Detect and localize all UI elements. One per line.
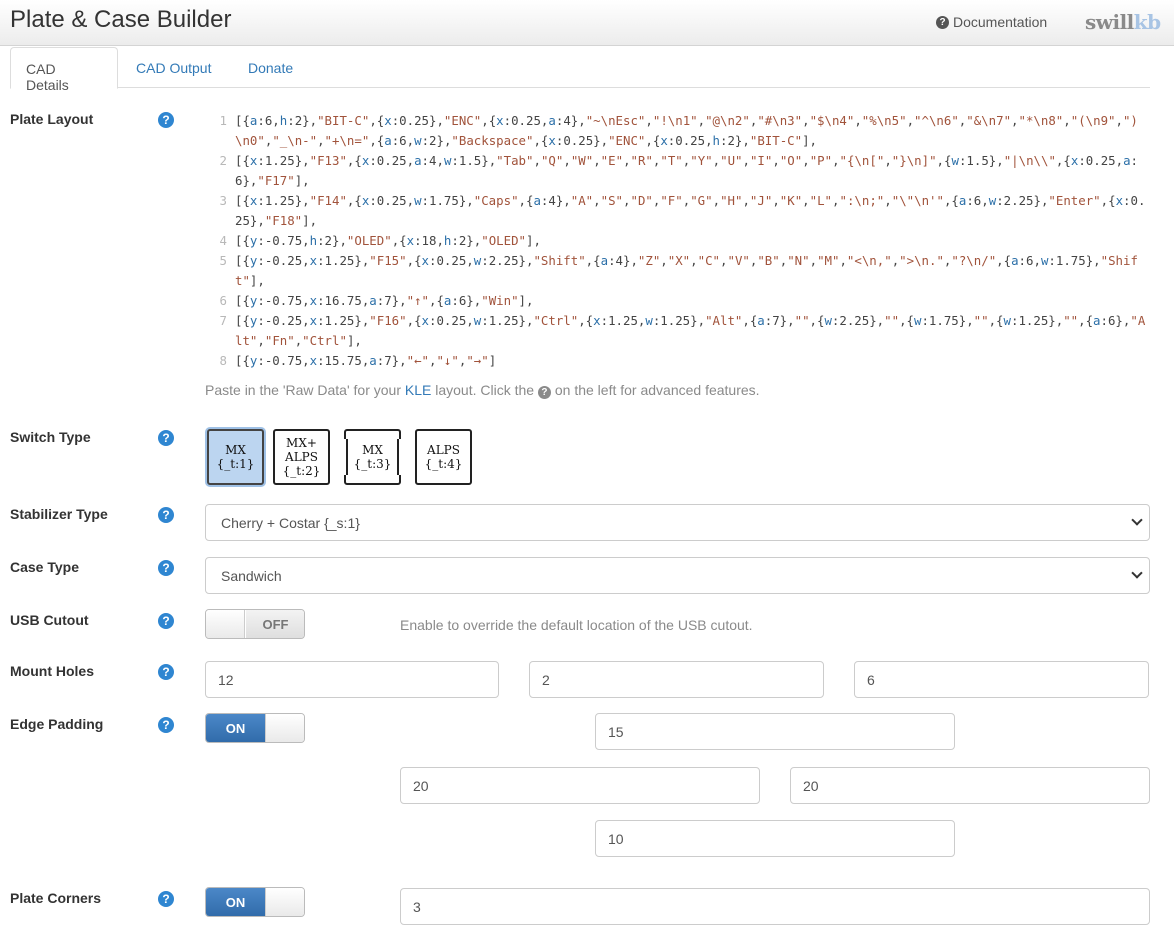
switch-option-code: {_t:2} — [282, 464, 321, 478]
stabilizer-type-select[interactable]: Cherry + Costar {_s:1} — [205, 504, 1150, 541]
code-line: 8 [{y:-0.75,x:15.75,a:7},"←","↓","→"] — [205, 351, 1150, 371]
documentation-link[interactable]: ? Documentation — [936, 14, 1047, 30]
line-number: 7 — [219, 313, 227, 328]
usb-cutout-help-icon[interactable]: ? — [158, 613, 174, 629]
switch-type-alps-t4[interactable]: ALPS {_t:4} — [415, 429, 472, 485]
switch-option-code: {_t:4} — [424, 457, 463, 471]
edge-padding-help-icon[interactable]: ? — [158, 717, 174, 733]
code-text: [{a:6,h:2},"BIT-C",{x:0.25},"ENC",{x:0.2… — [235, 113, 1138, 148]
line-number: 2 — [219, 153, 227, 168]
plate-corners-label: Plate Corners — [10, 890, 102, 906]
mount-holes-count-input[interactable]: 12 — [205, 661, 499, 698]
logo-kb-text: kb — [1133, 10, 1161, 34]
kle-link[interactable]: KLE — [405, 382, 431, 398]
line-number: 3 — [219, 193, 227, 208]
code-line: 4 [{y:-0.75,h:2},"OLED",{x:18,h:2},"OLED"… — [205, 231, 1150, 251]
plate-layout-editor[interactable]: 1 [{a:6,h:2},"BIT-C",{x:0.25},"ENC",{x:0.… — [205, 111, 1150, 371]
plate-corners-radius-input[interactable]: 3 — [400, 888, 1150, 925]
edge-padding-bottom-input[interactable]: 10 — [595, 820, 955, 857]
toggle-knob — [265, 714, 304, 742]
code-line: 1 [{a:6,h:2},"BIT-C",{x:0.25},"ENC",{x:0.… — [205, 111, 1150, 151]
code-text: [{y:-0.75,x:15.75,a:7},"←","↓","→"] — [235, 353, 497, 368]
tab-donate[interactable]: Donate — [233, 47, 308, 89]
case-type-select[interactable]: Sandwich — [205, 557, 1150, 594]
edge-padding-left-input[interactable]: 20 — [400, 767, 760, 804]
usb-cutout-label: USB Cutout — [10, 612, 89, 628]
mount-holes-help-icon[interactable]: ? — [158, 664, 174, 680]
tab-cad-details[interactable]: CAD Details — [10, 47, 118, 93]
switch-option-line2: ALPS — [285, 450, 318, 464]
stabilizer-type-label: Stabilizer Type — [10, 506, 108, 522]
tab-cad-output[interactable]: CAD Output — [121, 47, 226, 89]
plate-corners-help-icon[interactable]: ? — [158, 891, 174, 907]
code-line: 6 [{y:-0.75,x:16.75,a:7},"↑",{a:6},"Win"]… — [205, 291, 1150, 311]
toggle-knob — [206, 610, 245, 638]
switch-option-line1: MX — [362, 443, 383, 457]
tab-bar: CAD Details CAD Output Donate — [10, 46, 1150, 93]
switch-type-mx-alps-t2[interactable]: MX+ ALPS {_t:2} — [273, 429, 330, 485]
edge-padding-toggle[interactable]: ON — [205, 713, 305, 743]
code-text: [{y:-0.25,x:1.25},"F16",{x:0.25,w:1.25},… — [235, 313, 1146, 348]
question-circle-icon: ? — [936, 15, 949, 29]
plate-corners-toggle[interactable]: ON — [205, 887, 305, 917]
line-number: 6 — [219, 293, 227, 308]
toggle-on-label: ON — [206, 888, 265, 916]
switch-option-code: {_t:3} — [353, 457, 392, 471]
toggle-knob — [265, 888, 304, 916]
line-number: 8 — [219, 353, 227, 368]
code-line: 5 [{y:-0.25,x:1.25},"F15",{x:0.25,w:2.25}… — [205, 251, 1150, 291]
usb-cutout-toggle[interactable]: OFF — [205, 609, 305, 639]
edge-padding-top-input[interactable]: 15 — [595, 713, 955, 750]
code-text: [{y:-0.75,x:16.75,a:7},"↑",{a:6},"Win"], — [235, 293, 534, 308]
code-line: 2 [{x:1.25},"F13",{x:0.25,a:4,w:1.5},"Tab… — [205, 151, 1150, 191]
chevron-down-icon — [1131, 567, 1143, 579]
mount-holes-distance-input[interactable]: 6 — [854, 661, 1149, 698]
plate-layout-help-icon[interactable]: ? — [158, 112, 174, 128]
edge-padding-right-input[interactable]: 20 — [790, 767, 1150, 804]
code-text: [{x:1.25},"F13",{x:0.25,a:4,w:1.5},"Tab"… — [235, 153, 1139, 188]
code-text: [{y:-0.25,x:1.25},"F15",{x:0.25,w:2.25},… — [235, 253, 1138, 288]
case-type-label: Case Type — [10, 559, 79, 575]
usb-cutout-note: Enable to override the default location … — [400, 617, 753, 633]
edge-padding-label: Edge Padding — [10, 716, 104, 732]
case-type-value: Sandwich — [221, 568, 282, 584]
help-text-mid: layout. Click the — [431, 382, 538, 398]
help-text-suffix: on the left for advanced features. — [550, 382, 760, 398]
line-number: 5 — [219, 253, 227, 268]
documentation-label: Documentation — [953, 14, 1048, 30]
switch-option-line1: MX — [225, 443, 246, 457]
switch-type-label: Switch Type — [10, 429, 91, 445]
code-line: 7 [{y:-0.25,x:1.25},"F16",{x:0.25,w:1.25}… — [205, 311, 1150, 351]
stabilizer-type-value: Cherry + Costar {_s:1} — [221, 515, 360, 531]
plate-layout-help-text: Paste in the 'Raw Data' for your KLE lay… — [205, 382, 760, 399]
line-number: 4 — [219, 233, 227, 248]
switch-type-mx-t3[interactable]: MX {_t:3} — [342, 429, 403, 485]
switch-option-code: {_t:1} — [216, 457, 255, 471]
code-text: [{y:-0.75,h:2},"OLED",{x:18,h:2},"OLED"]… — [235, 233, 541, 248]
swillkb-logo[interactable]: swillkb — [1085, 10, 1161, 34]
switch-option-line1: MX+ — [286, 436, 317, 450]
toggle-off-label: OFF — [246, 610, 304, 638]
code-text: [{x:1.25},"F14",{x:0.25,w:1.75},"Caps",{… — [235, 193, 1146, 228]
question-circle-icon: ? — [537, 386, 551, 399]
toggle-on-label: ON — [206, 714, 265, 742]
plate-layout-label: Plate Layout — [10, 111, 94, 127]
help-text-prefix: Paste in the 'Raw Data' for your — [205, 382, 405, 398]
top-bar: Plate & Case Builder ? Documentation swi… — [0, 0, 1174, 46]
logo-swill-text: swill — [1085, 10, 1134, 34]
stabilizer-type-help-icon[interactable]: ? — [158, 507, 174, 523]
mount-holes-diameter-input[interactable]: 2 — [529, 661, 824, 698]
app-title: Plate & Case Builder — [10, 6, 232, 33]
switch-type-mx-t1[interactable]: MX {_t:1} — [207, 429, 264, 485]
code-line: 3 [{x:1.25},"F14",{x:0.25,w:1.75},"Caps",… — [205, 191, 1150, 231]
switch-option-line1: ALPS — [427, 443, 460, 457]
case-type-help-icon[interactable]: ? — [158, 560, 174, 576]
mount-holes-label: Mount Holes — [10, 663, 94, 679]
switch-type-help-icon[interactable]: ? — [158, 430, 174, 446]
chevron-down-icon — [1131, 514, 1143, 526]
line-number: 1 — [219, 113, 227, 128]
